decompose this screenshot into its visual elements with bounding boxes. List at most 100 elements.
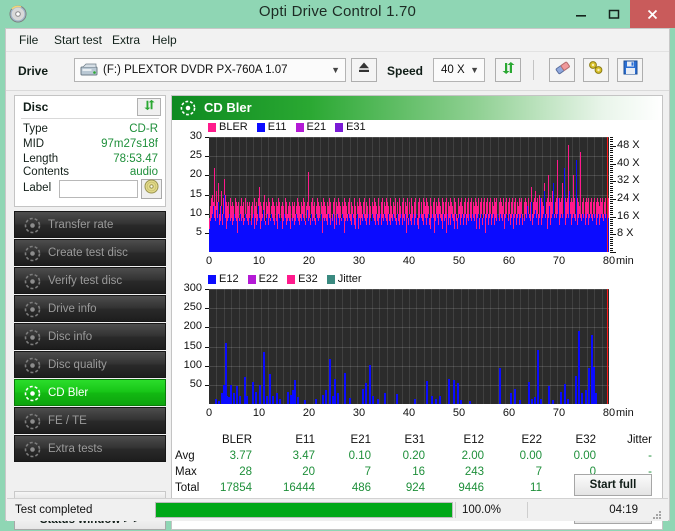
e12-bar [315, 399, 317, 404]
sidebar-item-drive-info[interactable]: Drive info [14, 295, 166, 322]
right-axis-tick [610, 252, 616, 253]
drive-select[interactable]: (F:) PLEXTOR DVDR PX-760A 1.07 ▼ [74, 58, 346, 82]
right-axis-tick [610, 209, 613, 211]
speed-label: Speed [387, 64, 424, 78]
stats-cell: 28 [239, 466, 252, 478]
y-axis-tick [205, 175, 209, 177]
title-bar: Opti Drive Control 1.70 [0, 0, 675, 28]
erase-button[interactable] [549, 58, 575, 82]
menu-start-test[interactable]: Start test [50, 32, 106, 48]
y-axis-tick-label: 20 [189, 168, 202, 181]
status-bar: Test completed 100.0% 04:19 [7, 498, 668, 521]
sidebar-item-disc-info[interactable]: Disc info [14, 323, 166, 350]
disc-refresh-button[interactable] [137, 98, 161, 116]
sidebar-item-fe-te[interactable]: FE / TE [14, 407, 166, 434]
bler-chart-legend: BLER E11 E21 E31 [208, 121, 366, 133]
disc-label-input[interactable] [59, 180, 138, 198]
eraser-icon [554, 60, 571, 80]
right-axis-tick-label: 16 X [617, 209, 640, 222]
e12-bar [595, 392, 597, 404]
right-axis-tick [610, 152, 613, 154]
y-axis-tick-label: 5 [195, 225, 202, 238]
disc-key: Length [23, 153, 59, 165]
x-axis-tick-label: 10 [252, 255, 266, 267]
eject-button[interactable] [351, 58, 377, 82]
right-axis-tick [610, 203, 613, 205]
e12-bar [336, 393, 339, 404]
disc-icon [24, 413, 41, 430]
stats-column-header: E32 [575, 434, 596, 446]
e12-bar [469, 400, 471, 404]
progress-bar [155, 502, 453, 518]
right-axis-tick [610, 223, 613, 225]
e12-bar [439, 396, 441, 404]
legend-swatch [247, 274, 256, 284]
e12-bar [533, 397, 536, 404]
x-axis-unit-label: min [616, 255, 634, 267]
grid-line [209, 175, 609, 177]
legend-item: E12 [208, 273, 239, 285]
stats-cell: 3.47 [292, 450, 315, 462]
sidebar-item-disc-quality[interactable]: Disc quality [14, 351, 166, 378]
close-button[interactable] [630, 0, 675, 28]
legend-label: BLER [219, 121, 248, 133]
refresh-button[interactable] [495, 58, 521, 82]
sidebar-item-extra-tests[interactable]: Extra tests [14, 435, 166, 462]
e12-bar [328, 358, 331, 404]
elapsed-time: 04:19 [609, 504, 638, 516]
save-button[interactable] [617, 58, 643, 82]
stats-row-label: Avg [175, 450, 195, 462]
right-axis-tick [610, 161, 613, 163]
progress-percent: 100.0% [462, 504, 502, 516]
right-axis-tick [610, 172, 613, 174]
e12-bar [528, 381, 530, 404]
sidebar-item-verify-test-disc[interactable]: Verify test disc [14, 267, 166, 294]
panel-header: CD Bler [172, 96, 662, 120]
right-axis-tick [610, 137, 613, 138]
stats-cell: 9446 [458, 482, 484, 494]
drive-value: (F:) PLEXTOR DVDR PX-760A 1.07 [103, 64, 288, 76]
tools-button[interactable] [583, 58, 609, 82]
x-axis-tick-label: 30 [352, 255, 366, 267]
minimize-button[interactable] [564, 0, 597, 28]
e12-bar [560, 391, 562, 404]
start-full-button[interactable]: Start full [574, 474, 652, 496]
e12-bar [540, 399, 542, 404]
sidebar-item-create-test-disc[interactable]: Create test disc [14, 239, 166, 266]
speed-select[interactable]: 40 X ▼ [433, 58, 485, 82]
sidebar-item-transfer-rate[interactable]: Transfer rate [14, 211, 166, 238]
stats-column-header: E21 [350, 434, 371, 446]
drive-label: Drive [18, 64, 49, 78]
legend-label: E32 [298, 273, 318, 285]
menu-file[interactable]: File [15, 32, 42, 48]
e12-bar [588, 367, 590, 404]
stats-cell: 2.00 [461, 450, 484, 462]
legend-label: E31 [346, 121, 366, 133]
disc-icon [24, 385, 41, 402]
disc-value: CD-R [129, 123, 158, 135]
grid-line [209, 194, 609, 196]
disc-label-button[interactable] [141, 179, 162, 199]
x-axis-tick-label: 20 [302, 255, 316, 267]
sidebar-item-cd-bler[interactable]: CD Bler [14, 379, 166, 406]
legend-item: E32 [287, 273, 318, 285]
e12-bar [239, 396, 241, 404]
y-axis-tick [205, 327, 209, 329]
menu-extra[interactable]: Extra [108, 32, 144, 48]
maximize-button[interactable] [597, 0, 630, 28]
y-axis-tick [205, 289, 209, 290]
disc-icon [24, 273, 41, 290]
e12-bar [263, 352, 265, 404]
e12-bar [453, 380, 455, 404]
menu-help[interactable]: Help [148, 32, 181, 48]
right-axis-tick [610, 234, 616, 236]
stats-cell: 11 [530, 482, 542, 494]
x-axis-tick-label: 30 [352, 407, 366, 419]
x-axis-tick-label: 40 [402, 407, 416, 419]
resize-grip[interactable] [652, 507, 662, 519]
e12-bar [218, 400, 220, 404]
right-axis-tick [610, 143, 613, 145]
e12-bar [460, 400, 462, 404]
e12-bar [578, 331, 580, 404]
right-axis-tick [610, 225, 613, 227]
